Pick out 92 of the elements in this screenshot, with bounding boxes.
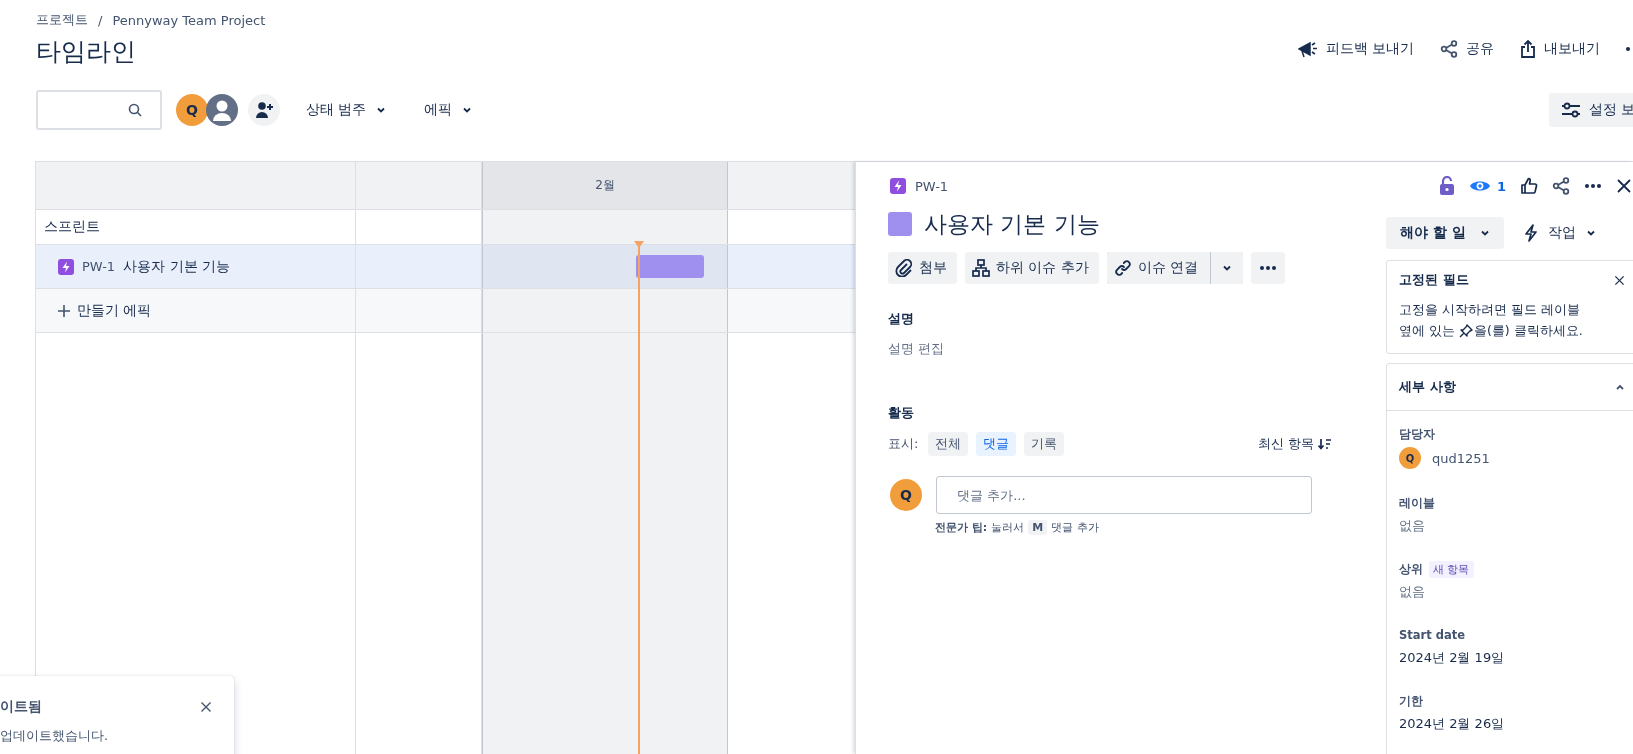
- sort-icon: [1318, 438, 1332, 450]
- add-user-icon: [255, 101, 273, 119]
- new-badge: 새 항목: [1429, 560, 1474, 578]
- field-label: Start date: [1399, 628, 1465, 642]
- field-value[interactable]: 2024년 2월 19일: [1399, 649, 1629, 667]
- comment-field[interactable]: 댓글 추가...: [936, 476, 1312, 514]
- breadcrumb-link[interactable]: 프로젝트: [36, 11, 88, 29]
- filter-dropdown[interactable]: 에픽: [424, 94, 473, 126]
- page-title: 타임라인: [36, 36, 137, 68]
- link-issue-button[interactable]: 이슈 연결: [1106, 252, 1211, 284]
- hint-text: 고정을 시작하려면 필드 레이블: [1399, 301, 1581, 319]
- user-avatar: Q: [1399, 447, 1421, 469]
- hint-text: 옆에 있는: [1399, 322, 1455, 340]
- field-label: 기한: [1399, 693, 1423, 709]
- filter-label: 표시:: [888, 435, 919, 453]
- search-icon: [128, 103, 142, 117]
- feedback-button[interactable]: 피드백 보내기: [1297, 40, 1414, 58]
- lightning-icon: [1523, 224, 1538, 242]
- issue-title[interactable]: 사용자 기본 기능: [924, 208, 1100, 240]
- megaphone-icon: [1297, 40, 1318, 58]
- epic-row[interactable]: PW-1 사용자 기본 기능: [36, 245, 356, 288]
- more-button[interactable]: [1251, 252, 1286, 284]
- chevron-down-icon: [1222, 263, 1233, 273]
- breadcrumb-link[interactable]: Pennyway Team Project: [112, 12, 266, 28]
- filter-tab[interactable]: 댓글: [976, 432, 1017, 456]
- sort-button[interactable]: 최신 항목: [1257, 435, 1332, 453]
- link-icon: [1113, 259, 1132, 277]
- chevron-up-icon[interactable]: [1615, 382, 1625, 392]
- filter-dropdown[interactable]: 상태 범주: [306, 94, 387, 126]
- more-icon[interactable]: [1626, 47, 1630, 51]
- section-label: 설명: [888, 310, 915, 328]
- assignee-name[interactable]: qud1251: [1432, 450, 1490, 466]
- month-header: 2월: [482, 162, 728, 209]
- field-label: 상위: [1399, 561, 1423, 577]
- close-icon[interactable]: [1614, 274, 1625, 286]
- unlocked-icon[interactable]: [1438, 176, 1455, 196]
- share-icon[interactable]: [1552, 177, 1570, 195]
- add-child-issue-button[interactable]: 하위 이슈 추가: [965, 252, 1099, 284]
- create-epic-button[interactable]: 만들기 에픽: [58, 301, 152, 320]
- hint-text: 을(를) 클릭하세요.: [1474, 322, 1583, 340]
- toast-message: 업데이트했습니다.: [0, 727, 110, 745]
- lightning-icon: [58, 258, 74, 275]
- status-dropdown[interactable]: 해야 할 일: [1386, 217, 1504, 249]
- keyboard-key: M: [1028, 520, 1048, 535]
- tip-text: 눌러서: [991, 520, 1025, 535]
- chevron-down-icon: [376, 105, 387, 115]
- close-icon[interactable]: [1616, 178, 1632, 194]
- issue-title[interactable]: 사용자 기본 기능: [123, 257, 231, 276]
- user-avatar: Q: [890, 479, 922, 511]
- filter-tab[interactable]: 기록: [1024, 432, 1065, 456]
- filter-tab[interactable]: 전체: [928, 432, 969, 456]
- more-icon: [1259, 265, 1278, 271]
- more-icon[interactable]: [1584, 183, 1602, 189]
- breadcrumb-separator: /: [98, 12, 103, 28]
- share-icon: [1440, 40, 1458, 58]
- paperclip-icon: [895, 259, 913, 277]
- field-label: 담당자: [1399, 426, 1435, 442]
- automation-button[interactable]: 작업: [1523, 224, 1596, 242]
- card-title: 고정된 필드: [1399, 271, 1469, 289]
- close-icon[interactable]: [200, 701, 212, 713]
- chevron-down-icon: [1479, 228, 1490, 238]
- row-label: 스프린트: [44, 218, 100, 236]
- thumbs-up-icon[interactable]: [1520, 177, 1538, 195]
- issue-key[interactable]: PW-1: [915, 178, 949, 194]
- add-people-button[interactable]: [248, 94, 280, 126]
- lightning-icon: [890, 178, 906, 194]
- user-avatar-icon: [206, 94, 238, 126]
- tip-label: 전문가 팁:: [935, 520, 988, 535]
- search-field[interactable]: [36, 90, 162, 130]
- chevron-down-icon: [1585, 228, 1596, 238]
- plus-icon: [58, 304, 70, 317]
- export-button[interactable]: 내보내기: [1520, 40, 1600, 58]
- chevron-down-icon: [462, 105, 473, 115]
- pin-icon: [1459, 323, 1473, 338]
- tip-text: 댓글 추가: [1051, 520, 1099, 535]
- field-value[interactable]: 없음: [1399, 583, 1629, 601]
- attach-button[interactable]: 첨부: [888, 252, 957, 284]
- user-avatar: Q: [176, 94, 208, 126]
- card-title: 세부 사항: [1399, 378, 1456, 396]
- upload-icon: [1520, 40, 1536, 58]
- watch-button[interactable]: 1: [1468, 178, 1506, 194]
- issue-key[interactable]: PW-1: [82, 259, 116, 274]
- field-label: 레이블: [1399, 495, 1435, 511]
- hierarchy-icon: [972, 259, 990, 277]
- sliders-icon: [1560, 102, 1581, 118]
- field-value[interactable]: 2024년 2월 26일: [1399, 715, 1629, 733]
- share-button[interactable]: 공유: [1440, 40, 1494, 58]
- eye-icon: [1468, 179, 1491, 193]
- section-label: 활동: [888, 404, 915, 422]
- description-placeholder[interactable]: 설명 편집: [888, 340, 1334, 358]
- field-value[interactable]: 없음: [1399, 517, 1629, 535]
- toast-title: 이트됨: [0, 698, 42, 716]
